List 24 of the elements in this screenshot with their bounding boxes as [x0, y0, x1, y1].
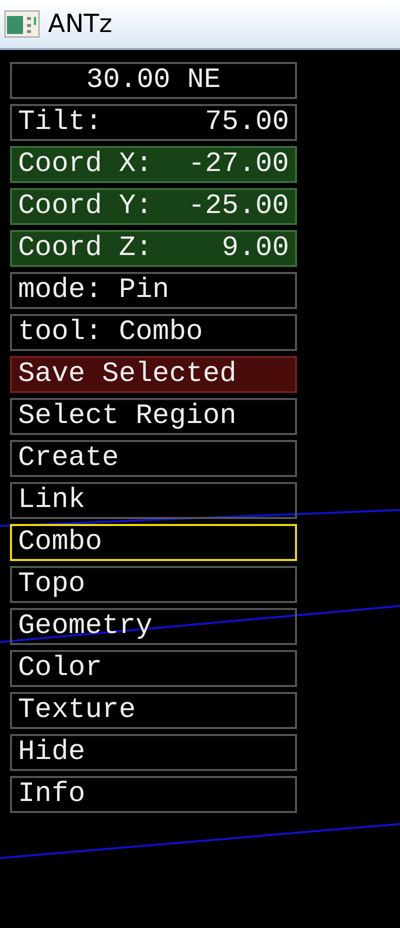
menu-item[interactable]: mode: Pin [10, 272, 297, 309]
readout-label: Tilt: [18, 106, 102, 139]
readout-value: 9.00 [222, 232, 289, 265]
tool-item[interactable]: Combo [10, 524, 297, 561]
tool-item[interactable]: Create [10, 440, 297, 477]
tool-item[interactable]: Geometry [10, 608, 297, 645]
tool-item[interactable]: Texture [10, 692, 297, 729]
readout-value: 75.00 [204, 106, 289, 139]
menu-item[interactable]: Select Region [10, 398, 297, 435]
save-button[interactable]: Save Selected [10, 356, 297, 393]
readout-label: Coord Y: [18, 190, 152, 223]
window-title: ANTz [48, 8, 112, 40]
readout-label: Coord X: [18, 148, 152, 181]
tool-item[interactable]: Color [10, 650, 297, 687]
tool-item[interactable]: Hide [10, 734, 297, 771]
app-icon [4, 9, 40, 39]
tool-item[interactable]: Info [10, 776, 297, 813]
readout-value: -25.00 [188, 190, 289, 223]
heading-readout: 30.00 NE [10, 62, 297, 99]
readout-value: -27.00 [188, 148, 289, 181]
tool-item[interactable]: Link [10, 482, 297, 519]
tool-item[interactable]: Topo [10, 566, 297, 603]
readout-label: Coord Z: [18, 232, 152, 265]
menu-item[interactable]: tool: Combo [10, 314, 297, 351]
